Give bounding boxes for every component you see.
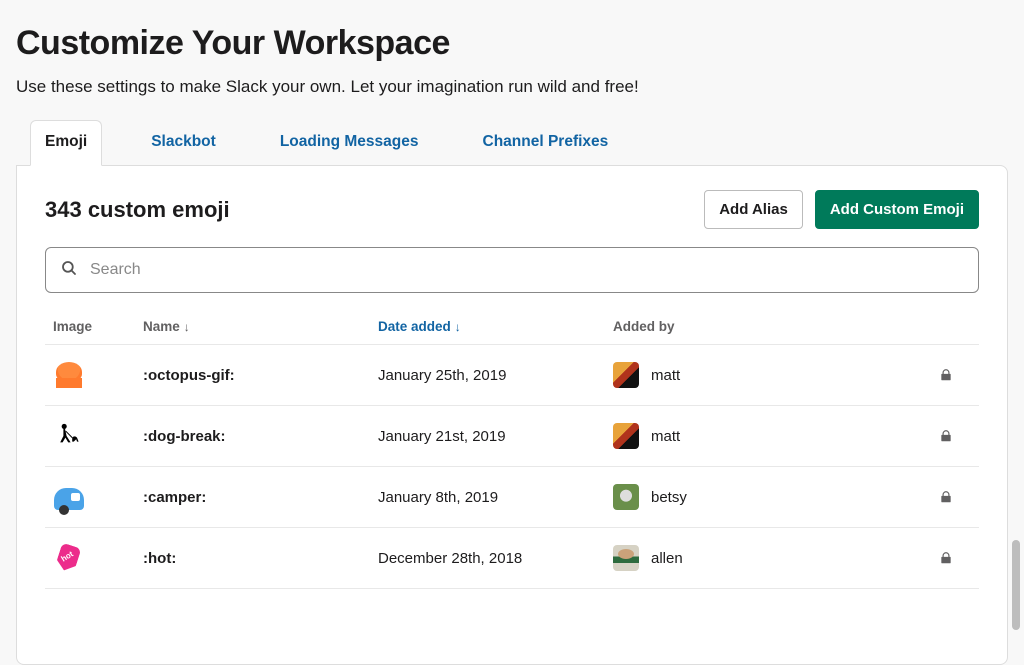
page-subtitle: Use these settings to make Slack your ow… [16, 77, 1008, 97]
emoji-added-by: matt [613, 423, 921, 449]
col-date-added[interactable]: Date added ↓ [378, 319, 613, 334]
emoji-name: :octopus-gif: [143, 367, 378, 384]
table-row: :dog-break: January 21st, 2019 matt [45, 405, 979, 466]
emoji-name: :hot: [143, 550, 378, 567]
emoji-thumb [53, 420, 85, 452]
tabs: Emoji Slackbot Loading Messages Channel … [16, 119, 1008, 165]
emoji-added-by: allen [613, 545, 921, 571]
lock-icon [921, 551, 971, 565]
search-input[interactable] [88, 260, 964, 280]
sort-arrow-icon: ↓ [455, 320, 461, 334]
user-name: matt [651, 367, 680, 384]
table-row: :camper: January 8th, 2019 betsy [45, 466, 979, 527]
page-title: Customize Your Workspace [16, 24, 1008, 63]
emoji-thumb [53, 481, 85, 513]
emoji-date: January 8th, 2019 [378, 489, 613, 506]
emoji-name: :camper: [143, 489, 378, 506]
avatar [613, 484, 639, 510]
table-header: Image Name ↓ Date added ↓ Added by [45, 309, 979, 344]
tab-slackbot[interactable]: Slackbot [136, 120, 231, 165]
emoji-name: :dog-break: [143, 428, 378, 445]
emoji-date: January 21st, 2019 [378, 428, 613, 445]
avatar [613, 362, 639, 388]
table-row: :octopus-gif: January 25th, 2019 matt [45, 344, 979, 405]
col-date-label: Date added [378, 319, 451, 334]
emoji-added-by: matt [613, 362, 921, 388]
col-image: Image [53, 319, 143, 334]
tab-loading-messages[interactable]: Loading Messages [265, 120, 434, 165]
emoji-date: January 25th, 2019 [378, 367, 613, 384]
table-row: :hot: December 28th, 2018 allen [45, 527, 979, 588]
emoji-count: 343 custom emoji [45, 197, 230, 223]
tab-emoji[interactable]: Emoji [30, 120, 102, 166]
emoji-thumb [53, 359, 85, 391]
lock-icon [921, 490, 971, 504]
emoji-panel: 343 custom emoji Add Alias Add Custom Em… [16, 165, 1008, 665]
lock-icon [921, 429, 971, 443]
add-alias-button[interactable]: Add Alias [704, 190, 803, 229]
avatar [613, 545, 639, 571]
avatar [613, 423, 639, 449]
col-name[interactable]: Name ↓ [143, 319, 378, 334]
emoji-date: December 28th, 2018 [378, 550, 613, 567]
user-name: betsy [651, 489, 687, 506]
tab-channel-prefixes[interactable]: Channel Prefixes [468, 120, 624, 165]
search-icon [60, 259, 78, 282]
lock-icon [921, 368, 971, 382]
search-field[interactable] [45, 247, 979, 293]
emoji-added-by: betsy [613, 484, 921, 510]
col-added-by: Added by [613, 319, 921, 334]
scrollbar-thumb[interactable] [1012, 540, 1020, 630]
sort-arrow-icon: ↓ [184, 320, 190, 334]
add-custom-emoji-button[interactable]: Add Custom Emoji [815, 190, 979, 229]
user-name: allen [651, 550, 683, 567]
emoji-thumb [53, 542, 85, 574]
user-name: matt [651, 428, 680, 445]
col-name-label: Name [143, 319, 180, 334]
